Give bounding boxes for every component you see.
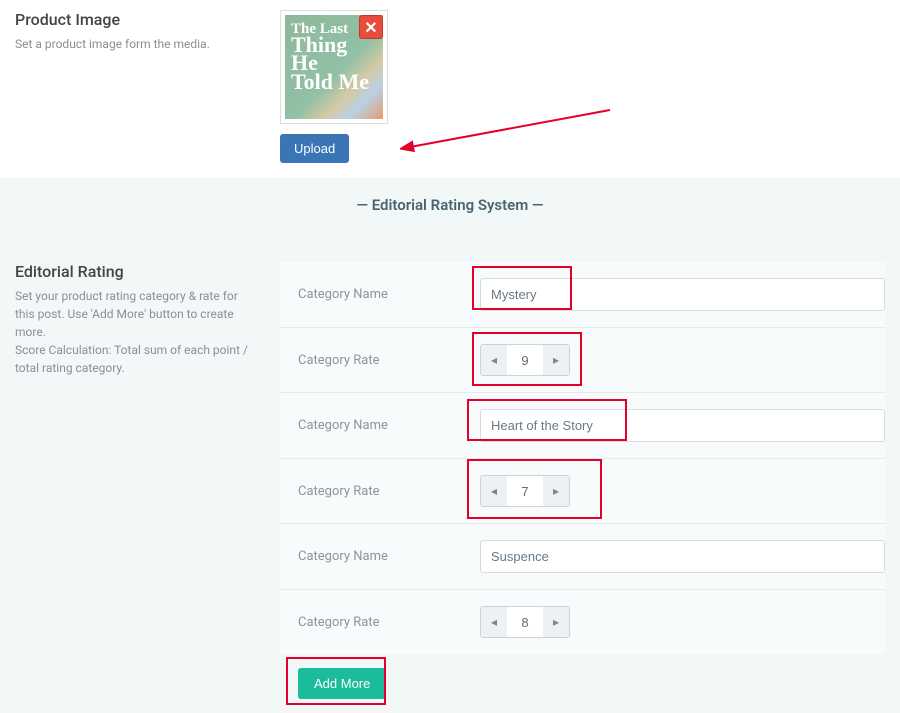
product-image-thumbnail-wrap: The Last Thing He Told Me ✕ xyxy=(280,10,388,124)
product-image-controls: The Last Thing He Told Me ✕ Upload xyxy=(280,10,885,163)
chevron-right-icon: ▸ xyxy=(553,484,559,498)
product-image-heading: Product Image xyxy=(15,10,260,29)
editorial-rating-help: Editorial Rating Set your product rating… xyxy=(15,262,280,713)
rate-decrement-button[interactable]: ◂ xyxy=(481,607,507,637)
category-name-control xyxy=(480,540,885,573)
rate-stepper: ◂ ▸ xyxy=(480,475,570,507)
rate-increment-button[interactable]: ▸ xyxy=(543,476,569,506)
category-name-control xyxy=(480,409,885,442)
category-rate-label: Category Rate xyxy=(280,353,480,368)
category-rate-control: ◂ ▸ xyxy=(480,344,885,376)
editorial-rating-section: Editorial Rating Set your product rating… xyxy=(0,232,900,713)
rating-rate-row: Category Rate ◂ ▸ xyxy=(280,328,885,393)
category-name-input[interactable] xyxy=(480,278,885,311)
category-rate-control: ◂ ▸ xyxy=(480,606,885,638)
add-more-wrap: Add More xyxy=(280,654,885,713)
rate-increment-button[interactable]: ▸ xyxy=(543,607,569,637)
rate-decrement-button[interactable]: ◂ xyxy=(481,476,507,506)
category-rate-label: Category Rate xyxy=(280,615,480,630)
category-name-input[interactable] xyxy=(480,540,885,573)
chevron-right-icon: ▸ xyxy=(553,353,559,367)
upload-button[interactable]: Upload xyxy=(280,134,349,163)
rate-value-input[interactable] xyxy=(507,607,543,637)
editorial-rating-fields: Category Name Category Rate ◂ ▸ xyxy=(280,262,885,713)
product-image-desc: Set a product image form the media. xyxy=(15,35,260,53)
category-rate-control: ◂ ▸ xyxy=(480,475,885,507)
category-name-control xyxy=(480,278,885,311)
category-rate-label: Category Rate xyxy=(280,484,480,499)
rate-value-input[interactable] xyxy=(507,476,543,506)
rate-increment-button[interactable]: ▸ xyxy=(543,345,569,375)
rating-rate-row: Category Rate ◂ ▸ xyxy=(280,590,885,654)
product-image-section: Product Image Set a product image form t… xyxy=(0,0,900,178)
rating-rows: Category Name Category Rate ◂ ▸ xyxy=(280,262,885,654)
category-name-label: Category Name xyxy=(280,549,480,564)
chevron-left-icon: ◂ xyxy=(491,484,497,498)
category-name-label: Category Name xyxy=(280,287,480,302)
editorial-rating-heading: Editorial Rating xyxy=(15,262,260,281)
rate-stepper: ◂ ▸ xyxy=(480,606,570,638)
rate-decrement-button[interactable]: ◂ xyxy=(481,345,507,375)
chevron-left-icon: ◂ xyxy=(491,353,497,367)
product-image-help: Product Image Set a product image form t… xyxy=(15,10,280,163)
remove-image-button[interactable]: ✕ xyxy=(359,15,383,39)
rating-name-row: Category Name xyxy=(280,524,885,590)
rate-value-input[interactable] xyxy=(507,345,543,375)
add-more-button[interactable]: Add More xyxy=(298,668,386,699)
category-name-input[interactable] xyxy=(480,409,885,442)
chevron-right-icon: ▸ xyxy=(553,615,559,629)
rating-rate-row: Category Rate ◂ ▸ xyxy=(280,459,885,524)
rating-name-row: Category Name xyxy=(280,393,885,459)
rate-stepper: ◂ ▸ xyxy=(480,344,570,376)
category-name-label: Category Name xyxy=(280,418,480,433)
chevron-left-icon: ◂ xyxy=(491,615,497,629)
close-icon: ✕ xyxy=(364,18,377,37)
editorial-rating-desc: Set your product rating category & rate … xyxy=(15,287,260,377)
editorial-rating-system-title: — Editorial Rating System — xyxy=(0,178,900,232)
rating-name-row: Category Name xyxy=(280,262,885,328)
